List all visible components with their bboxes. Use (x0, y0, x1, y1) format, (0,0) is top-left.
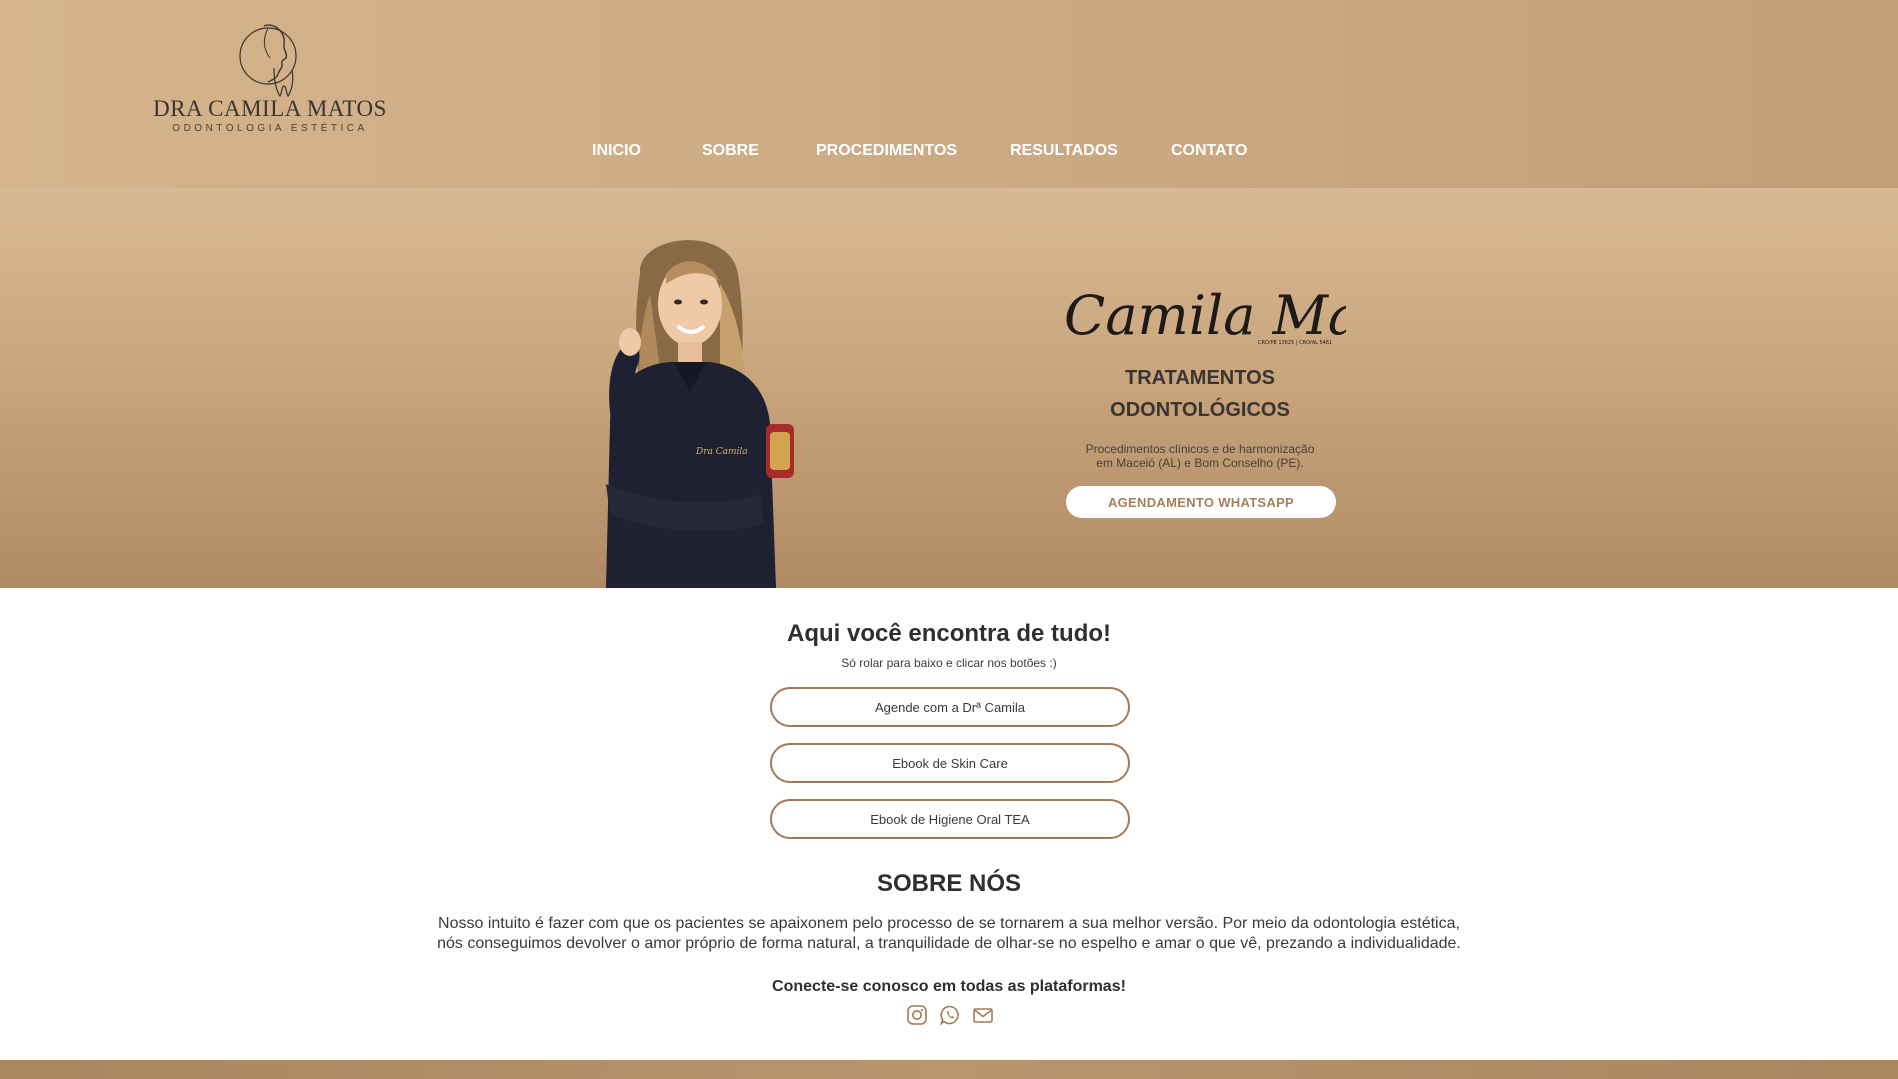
connect-heading: Conecte-se conosco em todas as plataform… (772, 978, 1126, 995)
logo[interactable]: DRA CAMILA MATOS ODONTOLOGIA ESTÉTICA (150, 20, 390, 140)
signature-small-text: CRO/PE 13625 | CRO/AL 5461 (1258, 340, 1332, 346)
hero-title-line2: ODONTOLÓGICOS (1110, 399, 1290, 421)
whatsapp-booking-button[interactable]: AGENDAMENTO WHATSAPP (1066, 486, 1336, 518)
site-header: DRA CAMILA MATOS ODONTOLOGIA ESTÉTICA IN… (0, 0, 1898, 188)
whatsapp-icon[interactable] (939, 1004, 961, 1026)
about-text-line2: nós conseguimos devolver o amor próprio … (437, 935, 1461, 952)
logo-subtitle: ODONTOLOGIA ESTÉTICA (172, 123, 368, 134)
about-title: SOBRE NÓS (876, 870, 1022, 897)
oral-hygiene-tea-ebook-button[interactable]: Ebook de Higiene Oral TEA (770, 799, 1130, 839)
nav-procedimentos[interactable]: PROCEDIMENTOS (816, 142, 957, 160)
main-nav: INICIO SOBRE PROCEDIMENTOS RESULTADOS CO… (0, 142, 1898, 166)
hero-title: TRATAMENTOS ODONTOLÓGICOS (1000, 362, 1400, 426)
about-text-line1: Nosso intuito é fazer com que os pacient… (438, 915, 1460, 932)
logo-name: DRA CAMILA MATOS (153, 96, 387, 121)
svg-text:Dra Camila: Dra Camila (695, 447, 748, 457)
social-links (906, 1004, 996, 1026)
about-text: Nosso intuito é fazer com que os pacient… (420, 914, 1478, 954)
footer-bar (0, 1060, 1898, 1079)
nav-resultados[interactable]: RESULTADOS (1010, 142, 1118, 160)
nav-contato[interactable]: CONTATO (1171, 142, 1247, 160)
links-title: Aqui você encontra de tudo! (786, 620, 1112, 647)
book-appointment-button[interactable]: Agende com a Drª Camila (770, 687, 1130, 727)
hero-desc-line2: em Maceió (AL) e Bom Conselho (PE). (1096, 456, 1304, 470)
links-subtitle: Só rolar para baixo e clicar nos botões … (841, 656, 1057, 670)
signature-logo: Camila Matos CRO/PE 13625 | CRO/AL 5461 (1064, 284, 1346, 347)
instagram-icon[interactable] (906, 1004, 928, 1026)
tooth-face-logo-icon (239, 24, 297, 98)
skin-care-ebook-button[interactable]: Ebook de Skin Care (770, 743, 1130, 783)
hero-desc-line1: Procedimentos clínicos e de harmonização (1085, 442, 1315, 456)
signature-text: Camila Matos (1064, 284, 1346, 347)
doctor-portrait: Dra Camila (606, 240, 794, 588)
hero-description: Procedimentos clínicos e de harmonização… (1050, 442, 1350, 470)
nav-sobre[interactable]: SOBRE (702, 142, 759, 160)
nav-inicio[interactable]: INICIO (592, 142, 641, 160)
hero-section: Dra Camila Camila Matos CRO/PE 13625 | C… (0, 188, 1898, 588)
email-icon[interactable] (972, 1004, 994, 1026)
hero-title-line1: TRATAMENTOS (1125, 367, 1275, 389)
